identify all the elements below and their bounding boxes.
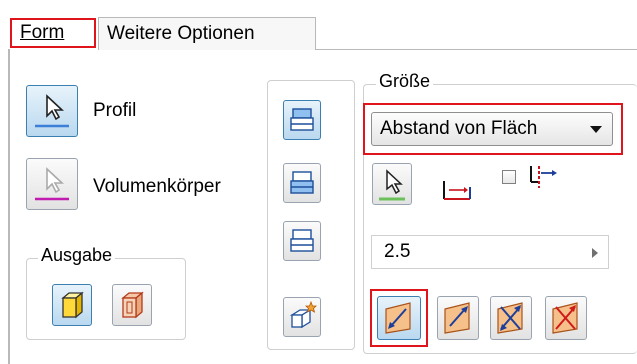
extrude-direction-icon — [290, 108, 314, 131]
solid-cube-icon — [61, 291, 84, 319]
direction-asymmetric-button[interactable] — [283, 297, 321, 337]
solution-4-icon — [552, 302, 578, 334]
profile-label: Profil — [93, 100, 137, 121]
profile-select-button[interactable] — [26, 85, 78, 137]
extrude-symmetric-icon — [290, 229, 314, 252]
tab-weitere-optionen[interactable]: Weitere Optionen — [98, 17, 316, 50]
cursor-icon — [379, 169, 405, 201]
panel-border — [8, 49, 10, 364]
solution-3-button[interactable] — [490, 296, 532, 340]
chevron-down-icon — [590, 126, 602, 133]
offset-icon — [526, 162, 562, 192]
solution-2-icon — [444, 302, 470, 334]
distance-input[interactable]: 2.5 — [371, 235, 609, 269]
extent-dropdown[interactable]: Abstand von Fläch — [371, 112, 613, 146]
direction-flipped-button[interactable] — [283, 163, 321, 203]
size-group-title: Größe — [376, 71, 434, 92]
cursor-icon — [35, 167, 69, 201]
extrude-flip-icon — [290, 171, 314, 194]
output-group — [26, 258, 186, 340]
extent-dropdown-value: Abstand von Fläch — [380, 118, 538, 139]
distance-arrow-icon[interactable] — [592, 248, 598, 258]
surface-cube-icon — [121, 291, 144, 319]
tab-form[interactable]: Form — [10, 18, 96, 48]
solution-2-button[interactable] — [437, 296, 479, 340]
output-surface-button[interactable] — [112, 284, 152, 326]
solution-1-button[interactable] — [377, 296, 421, 340]
solid-label: Volumenkörper — [93, 176, 221, 197]
direction-symmetric-button[interactable] — [283, 221, 321, 261]
solid-select-button[interactable] — [26, 158, 78, 210]
solution-4-button[interactable] — [545, 296, 587, 340]
solution-3-icon — [497, 302, 523, 334]
cursor-icon — [35, 94, 69, 128]
offset-checkbox[interactable] — [502, 170, 516, 184]
extrude-asymmetric-icon — [289, 300, 317, 329]
output-group-title: Ausgabe — [38, 245, 116, 266]
output-solid-button[interactable] — [52, 284, 92, 326]
select-face-button[interactable] — [372, 163, 412, 205]
direction-default-button[interactable] — [283, 100, 321, 140]
tab-divider — [316, 49, 637, 50]
distance-face-icon — [440, 173, 476, 203]
solution-1-icon — [385, 302, 411, 334]
